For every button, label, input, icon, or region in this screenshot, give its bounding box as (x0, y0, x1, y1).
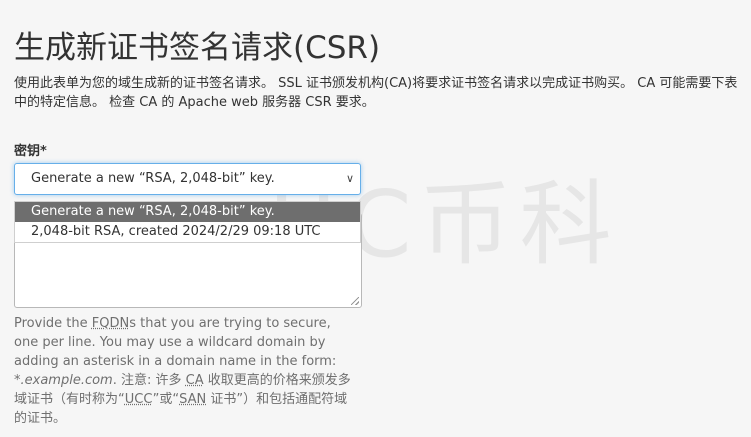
san-abbr: SAN (179, 392, 207, 407)
chevron-down-icon: ∨ (345, 172, 354, 185)
wildcard-example: *.example.com (14, 373, 113, 388)
ca-abbr: CA (185, 373, 204, 388)
fqdn-abbr: FQDN (91, 316, 130, 331)
resize-handle-icon[interactable] (351, 297, 359, 305)
ucc-abbr: UCC (124, 392, 153, 407)
key-label: 密钥* (14, 144, 47, 159)
help-text: ”或“ (152, 392, 180, 407)
domains-help-text: Provide the FQDNs that you are trying to… (14, 314, 359, 428)
page-title: 生成新证书签名请求(CSR) (14, 30, 381, 66)
help-text: Provide the (14, 316, 92, 331)
help-text: . 注意: 许多 (112, 373, 186, 388)
key-select-value: Generate a new “RSA, 2,048-bit” key. (31, 171, 275, 186)
key-select-options: Generate a new “RSA, 2,048-bit” key. 2,0… (14, 201, 361, 243)
key-select[interactable]: Generate a new “RSA, 2,048-bit” key. ∨ (14, 163, 361, 195)
key-option-generate[interactable]: Generate a new “RSA, 2,048-bit” key. (15, 202, 360, 222)
intro-text: 使用此表单为您的域生成新的证书签名请求。 SSL 证书颁发机构(CA)将要求证书… (14, 76, 738, 110)
key-option-existing[interactable]: 2,048-bit RSA, created 2024/2/29 09:18 U… (15, 222, 360, 242)
